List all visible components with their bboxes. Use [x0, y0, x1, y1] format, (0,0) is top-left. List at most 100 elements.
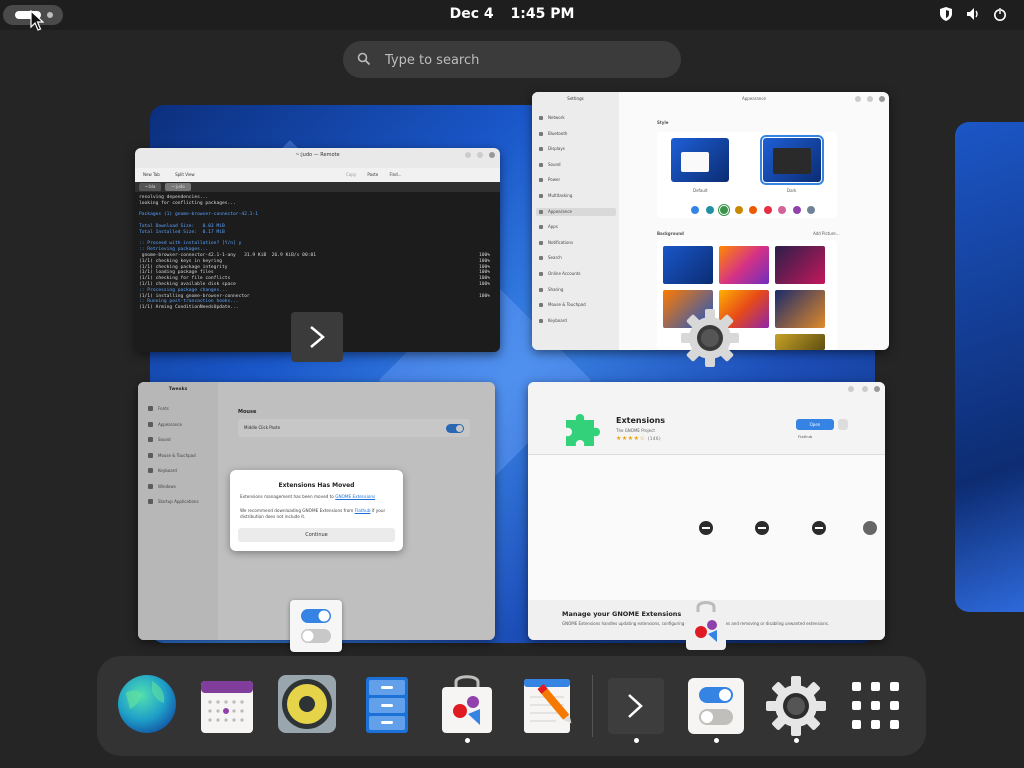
app-grid-icon[interactable]	[845, 675, 907, 737]
close-icon[interactable]	[489, 152, 495, 158]
carousel-dot[interactable]	[755, 521, 769, 535]
accent-color-swatch[interactable]	[705, 206, 714, 214]
terminal-titlebar[interactable]: ~:judo — Remote	[135, 148, 500, 168]
sidebar-item-multitasking[interactable]: Multitasking	[536, 192, 616, 200]
carousel-dot[interactable]	[812, 521, 826, 535]
description-title: Manage your GNOME Extensions	[562, 610, 682, 618]
background-thumbnail[interactable]	[663, 246, 713, 284]
minimize-icon[interactable]	[848, 386, 854, 392]
file-cabinet-icon[interactable]	[356, 675, 418, 737]
sidebar-item-search[interactable]: Search	[536, 254, 616, 262]
toggle-switch-icon[interactable]	[685, 675, 747, 737]
terminal-tab-2[interactable]: ~:judo	[165, 183, 191, 191]
terminal-line: (1/1) Arming ConditionNeedsUpdate...	[139, 305, 239, 311]
split-view-button[interactable]: Split View	[175, 172, 195, 177]
gnome-overview: Dec 4 1:45 PM ~:judo — Remot	[0, 0, 1024, 768]
background-thumbnail[interactable]	[775, 290, 825, 328]
terminal-tab-bar: ~:bla ~:judo	[135, 182, 500, 192]
settings-app-icon[interactable]	[680, 308, 740, 368]
sidebar-item-online-accounts[interactable]: Online Accounts	[536, 270, 616, 278]
clock-time: 1:45 PM	[510, 6, 575, 22]
minimize-icon[interactable]	[465, 152, 471, 158]
running-indicator-dot	[634, 738, 639, 743]
accent-color-swatch[interactable]	[734, 206, 743, 214]
calendar-icon[interactable]	[196, 675, 258, 737]
software-app-icon[interactable]	[678, 598, 734, 654]
carousel-dot-active[interactable]	[863, 521, 877, 535]
dialog-text-1: Extensions management has been moved to …	[240, 494, 376, 499]
search-input[interactable]	[383, 49, 667, 71]
gnome-extensions-link[interactable]: GNOME Extensions	[335, 494, 375, 499]
terminal-title: ~:judo — Remote	[295, 152, 340, 158]
dialog-text-2: We recommend downloading GNOME Extension…	[240, 508, 386, 519]
maximize-icon[interactable]	[477, 152, 483, 158]
style-dark-label: Dark	[787, 188, 797, 193]
sidebar-item-network[interactable]: Network	[536, 114, 616, 122]
sidebar-item-keyboard[interactable]: Keyboard	[536, 317, 616, 325]
power-icon[interactable]	[993, 7, 1007, 21]
terminal-app-icon[interactable]	[291, 312, 343, 362]
globe-icon[interactable]	[116, 673, 178, 735]
background-thumbnail[interactable]	[719, 246, 769, 284]
settings-appearance-panel: Appearance Style Default Dark Background…	[619, 92, 889, 350]
background-thumbnail[interactable]	[775, 246, 825, 284]
extensions-moved-dialog: Extensions Has Moved Extensions manageme…	[230, 470, 403, 551]
shopping-bag-icon[interactable]	[436, 675, 498, 737]
tweaks-app-icon[interactable]	[290, 600, 342, 652]
source-selector[interactable]: Flathub	[798, 434, 812, 439]
style-label: Style	[657, 120, 669, 125]
flathub-link[interactable]: Flathub	[355, 508, 371, 513]
copy-button[interactable]: Copy	[346, 172, 356, 177]
uninstall-button[interactable]	[838, 419, 848, 430]
gear-icon[interactable]	[765, 675, 827, 737]
sidebar-item-apps[interactable]: Apps	[536, 223, 616, 231]
maximize-icon[interactable]	[862, 386, 868, 392]
speaker-icon[interactable]	[276, 673, 338, 735]
speaker-icon[interactable]	[966, 7, 980, 21]
sidebar-item-notifications[interactable]: Notifications	[536, 239, 616, 247]
accent-color-swatch[interactable]	[718, 204, 730, 216]
accent-color-swatch[interactable]	[763, 206, 772, 214]
accent-color-swatch[interactable]	[807, 206, 815, 214]
sidebar-item-power[interactable]: Power	[536, 176, 616, 184]
style-default-option[interactable]	[671, 138, 729, 182]
next-workspace-preview[interactable]	[955, 122, 1024, 612]
pencil-notepad-icon[interactable]	[516, 675, 578, 737]
style-default-label: Default	[693, 188, 708, 193]
sidebar-item-mouse-touchpad[interactable]: Mouse & Touchpad	[536, 301, 616, 309]
search-entry[interactable]	[343, 41, 681, 78]
terminal-output[interactable]: resolving dependencies... looking for con…	[135, 192, 500, 314]
clock[interactable]: Dec 4 1:45 PM	[0, 6, 1024, 22]
terminal-tab-1[interactable]: ~:bla	[139, 183, 161, 191]
terminal-icon[interactable]	[605, 675, 667, 737]
minimize-icon[interactable]	[855, 96, 861, 102]
sidebar-item-sound[interactable]: Sound	[536, 161, 616, 169]
close-icon[interactable]	[879, 96, 885, 102]
close-icon[interactable]	[874, 386, 880, 392]
style-dark-option[interactable]	[760, 135, 824, 185]
sidebar-item-displays[interactable]: Displays	[536, 145, 616, 153]
sidebar-item-bluetooth[interactable]: Bluetooth	[536, 130, 616, 138]
add-picture-button[interactable]: Add Picture...	[813, 231, 840, 236]
continue-button[interactable]: Continue	[238, 528, 395, 542]
open-button[interactable]: Open	[796, 419, 834, 430]
accent-color-swatch[interactable]	[778, 206, 786, 214]
accent-color-swatch[interactable]	[792, 206, 801, 214]
accent-color-swatch[interactable]	[749, 206, 757, 214]
carousel-dot[interactable]	[699, 521, 713, 535]
running-indicator-dot	[714, 738, 719, 743]
background-thumbnail[interactable]	[775, 334, 825, 350]
settings-sidebar: Settings Network Bluetooth Displays Sound Po…	[532, 92, 619, 350]
shield-icon[interactable]	[940, 7, 952, 21]
sidebar-item-sharing[interactable]: Sharing	[536, 286, 616, 294]
terminal-toolbar: New Tab Split View Copy Paste Find...	[135, 168, 500, 182]
accent-color-swatch[interactable]	[691, 206, 699, 214]
dash-separator	[592, 675, 593, 737]
maximize-icon[interactable]	[867, 96, 873, 102]
paste-button[interactable]: Paste	[367, 172, 378, 177]
app-rating: ★★★★☆ (146)	[616, 435, 662, 442]
new-tab-button[interactable]: New Tab	[143, 172, 160, 177]
sidebar-item-appearance[interactable]: Appearance	[536, 207, 616, 216]
find-button[interactable]: Find...	[390, 172, 402, 177]
workspace-indicator-inactive	[47, 12, 53, 18]
